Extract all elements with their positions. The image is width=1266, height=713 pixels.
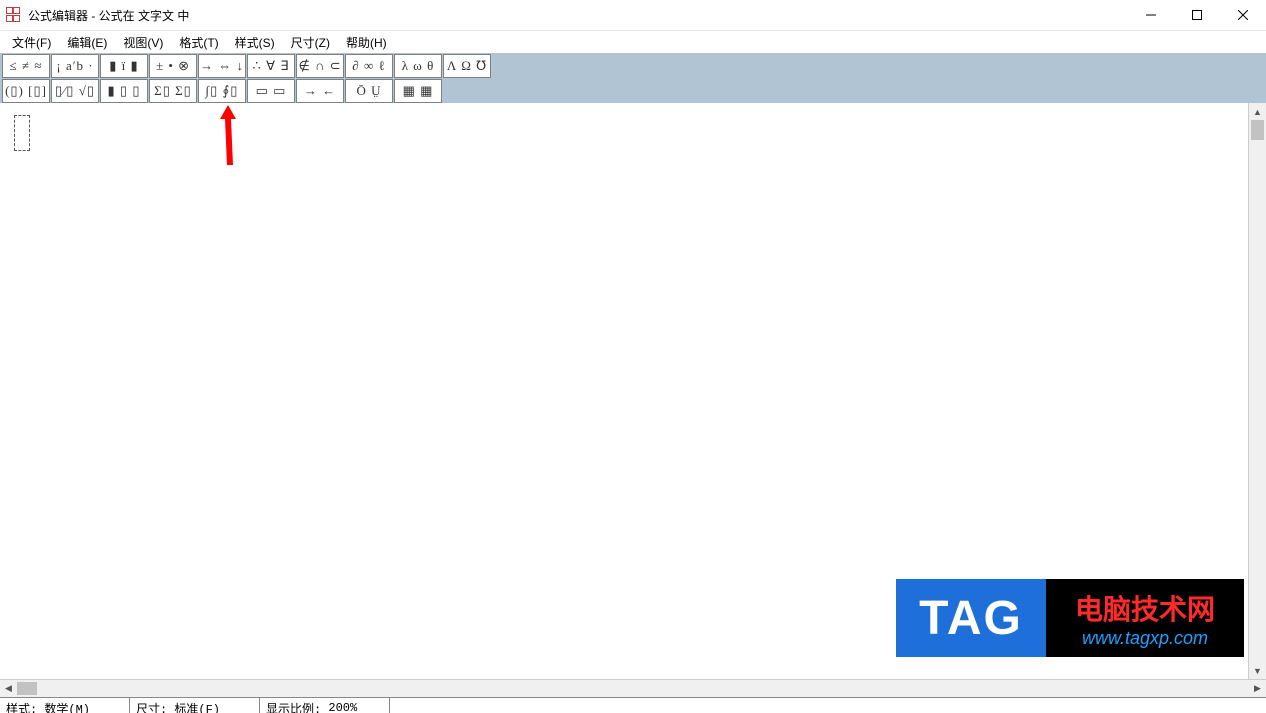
- toolbar-area: ≤ ≠ ≈ ¡ a′b · ▮ ï ▮ ± • ⊗ → ⇔ ↓ ∴ ∀ ∃ ∉ …: [0, 53, 1266, 103]
- status-style-label: 样式:: [6, 700, 37, 713]
- annotation-arrow-icon: [218, 105, 242, 167]
- tb-misc-symbols[interactable]: ∂ ∞ ℓ: [345, 54, 393, 78]
- status-zoom-value: 200%: [328, 701, 357, 713]
- status-size: 尺寸: 标准(F): [130, 698, 260, 713]
- tb-labeled-arrow-templates[interactable]: → ←: [296, 79, 344, 103]
- tb-summation-templates[interactable]: Σ▯ Σ▯: [149, 79, 197, 103]
- tb-operator-symbols[interactable]: ± • ⊗: [149, 54, 197, 78]
- menu-edit[interactable]: 编辑(E): [59, 32, 115, 53]
- status-style: 样式: 数学(M): [0, 698, 130, 713]
- tb-underbar-overbar-templates[interactable]: ▭ ▭: [247, 79, 295, 103]
- menu-file[interactable]: 文件(F): [4, 32, 59, 53]
- status-zoom: 显示比例: 200%: [260, 698, 390, 713]
- menu-size[interactable]: 尺寸(Z): [283, 32, 338, 53]
- horizontal-scrollbar[interactable]: ◀ ▶: [0, 679, 1266, 697]
- window-title: 公式编辑器 - 公式在 文字文 中: [28, 7, 189, 24]
- maximize-button[interactable]: [1174, 0, 1220, 30]
- tb-fence-templates[interactable]: (▯) [▯]: [2, 79, 50, 103]
- menu-format[interactable]: 格式(T): [171, 32, 226, 53]
- status-size-value: 标准(F): [174, 700, 220, 713]
- tb-products-set-templates[interactable]: Ō Ṳ: [345, 79, 393, 103]
- menu-view[interactable]: 视图(V): [115, 32, 171, 53]
- vscroll-thumb[interactable]: [1251, 120, 1264, 140]
- status-style-value: 数学(M): [44, 700, 90, 713]
- toolbar-row-1: ≤ ≠ ≈ ¡ a′b · ▮ ï ▮ ± • ⊗ → ⇔ ↓ ∴ ∀ ∃ ∉ …: [0, 53, 1266, 78]
- hscroll-thumb[interactable]: [17, 682, 37, 695]
- tb-greek-uppercase[interactable]: Λ Ω ℧: [443, 54, 491, 78]
- vertical-scrollbar[interactable]: ▲ ▼: [1248, 103, 1266, 679]
- tb-subscript-superscript-templates[interactable]: ▮ ▯ ▯: [100, 79, 148, 103]
- close-button[interactable]: [1220, 0, 1266, 30]
- tb-integral-templates[interactable]: ∫▯ ∮▯: [198, 79, 246, 103]
- menu-help[interactable]: 帮助(H): [338, 32, 395, 53]
- scroll-right-icon[interactable]: ▶: [1249, 680, 1266, 697]
- menu-bar: 文件(F) 编辑(E) 视图(V) 格式(T) 样式(S) 尺寸(Z) 帮助(H…: [0, 31, 1266, 53]
- tb-spaces-ellipses[interactable]: ¡ a′b ·: [51, 54, 99, 78]
- toolbar-row-2: (▯) [▯] ▯⁄▯ √▯ ▮ ▯ ▯ Σ▯ Σ▯ ∫▯ ∮▯ ▭ ▭ → ←…: [0, 78, 1266, 103]
- tb-arrow-symbols[interactable]: → ⇔ ↓: [198, 54, 246, 78]
- watermark-cn-text: 电脑技术网: [1075, 588, 1215, 628]
- scroll-up-icon[interactable]: ▲: [1249, 103, 1266, 120]
- scroll-down-icon[interactable]: ▼: [1249, 662, 1266, 679]
- watermark-tag: TAG: [896, 579, 1046, 657]
- tb-matrix-templates[interactable]: ▦ ▦: [394, 79, 442, 103]
- minimize-button[interactable]: [1128, 0, 1174, 30]
- status-zoom-label: 显示比例:: [266, 700, 321, 713]
- title-bar: 公式编辑器 - 公式在 文字文 中: [0, 0, 1266, 31]
- editor-canvas[interactable]: TAG 电脑技术网 www.tagxp.com: [0, 103, 1248, 679]
- tb-greek-lowercase[interactable]: λ ω θ: [394, 54, 442, 78]
- scroll-left-icon[interactable]: ◀: [0, 680, 17, 697]
- tb-logical-symbols[interactable]: ∴ ∀ ∃: [247, 54, 295, 78]
- watermark: TAG 电脑技术网 www.tagxp.com: [896, 579, 1244, 657]
- tb-relational-symbols[interactable]: ≤ ≠ ≈: [2, 54, 50, 78]
- status-size-label: 尺寸:: [136, 700, 167, 713]
- tb-fraction-radical-templates[interactable]: ▯⁄▯ √▯: [51, 79, 99, 103]
- menu-style[interactable]: 样式(S): [227, 32, 283, 53]
- tb-embellishments[interactable]: ▮ ï ▮: [100, 54, 148, 78]
- equation-placeholder[interactable]: [14, 115, 30, 151]
- workspace: TAG 电脑技术网 www.tagxp.com ▲ ▼: [0, 103, 1266, 679]
- app-icon: [6, 7, 22, 23]
- tb-set-theory-symbols[interactable]: ∉ ∩ ⊂: [296, 54, 344, 78]
- watermark-url: www.tagxp.com: [1082, 628, 1208, 649]
- status-bar: 样式: 数学(M) 尺寸: 标准(F) 显示比例: 200%: [0, 697, 1266, 713]
